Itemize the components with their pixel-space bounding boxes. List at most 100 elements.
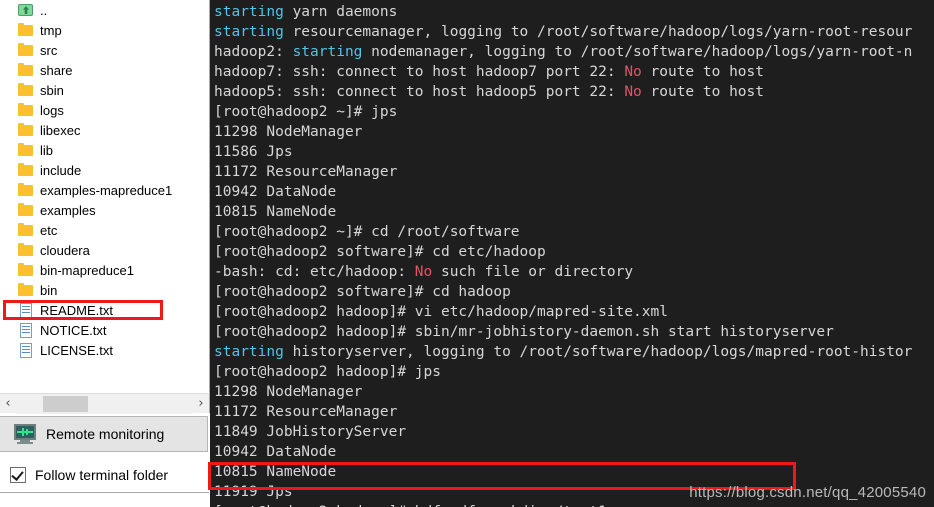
terminal-text: 11172 ResourceManager	[214, 164, 398, 180]
file-list-item-label: LICENSE.txt	[40, 342, 113, 358]
terminal-text: 11849 JobHistoryServer	[214, 424, 407, 440]
terminal-line: hadoop5: ssh: connect to host hadoop5 po…	[214, 82, 934, 102]
file-list-item[interactable]: ..	[0, 0, 209, 20]
remote-monitoring-button[interactable]: Remote monitoring	[0, 416, 208, 452]
terminal-text: 10942 DataNode	[214, 184, 337, 200]
terminal-line: starting yarn daemons	[214, 2, 934, 22]
file-list-item[interactable]: bin	[0, 280, 209, 300]
terminal-text: [root@hadoop2 software]# cd hadoop	[214, 284, 511, 300]
screenshot-root: .. tmp src share sbin logs libexec lib include ex…	[0, 0, 934, 507]
file-list-item[interactable]: etc	[0, 220, 209, 240]
terminal-text: hadoop2:	[214, 44, 293, 60]
terminal-line: hadoop2: starting nodemanager, logging t…	[214, 42, 934, 62]
terminal-text: historyserver, logging to /root/software…	[283, 344, 913, 360]
terminal-text: starting	[214, 24, 284, 40]
folder-icon	[18, 243, 34, 257]
text-file-icon	[18, 323, 34, 338]
terminal-text: No	[624, 64, 642, 80]
folder-icon	[18, 263, 34, 277]
terminal-line: starting resourcemanager, logging to /ro…	[214, 22, 934, 42]
file-list-item-label: sbin	[40, 82, 64, 98]
file-list-item[interactable]: cloudera	[0, 240, 209, 260]
terminal-text: 10942 DataNode	[214, 444, 337, 460]
follow-terminal-folder-checkbox[interactable]	[10, 467, 26, 483]
file-list-item[interactable]: examples	[0, 200, 209, 220]
terminal-line: [root@hadoop2 software]# cd hadoop	[214, 282, 934, 302]
file-list-item[interactable]: examples-mapreduce1	[0, 180, 209, 200]
scroll-right-arrow-icon[interactable]: ›	[193, 394, 209, 414]
file-list-item[interactable]: libexec	[0, 120, 209, 140]
terminal-text: 10815 NameNode	[214, 204, 337, 220]
terminal-line: [root@hadoop2 hadoop]# sbin/mr-jobhistor…	[214, 322, 934, 342]
terminal-text: 11298 NodeManager	[214, 384, 363, 400]
file-list-item-label: ..	[40, 2, 48, 18]
file-list-item-label: tmp	[40, 22, 62, 38]
terminal-text: [root@hadoop2 ~]# cd /root/software	[214, 224, 520, 240]
terminal-text: starting	[214, 344, 284, 360]
folder-icon	[18, 183, 34, 197]
terminal-line: [root@hadoop2 ~]# jps	[214, 102, 934, 122]
folder-icon	[18, 123, 34, 137]
terminal-line: 11849 JobHistoryServer	[214, 422, 934, 442]
terminal-line: hadoop7: ssh: connect to host hadoop7 po…	[214, 62, 934, 82]
terminal-text: [root@hadoop2 hadoop]# jps	[214, 364, 441, 380]
folder-icon	[18, 83, 34, 97]
terminal-text: starting	[292, 44, 363, 60]
terminal-text: nodemanager, logging to /root/software/h…	[362, 44, 913, 60]
folder-icon	[18, 143, 34, 157]
terminal-line: 10942 DataNode	[214, 442, 934, 462]
file-list-item[interactable]: include	[0, 160, 209, 180]
terminal-line: -bash: cd: etc/hadoop: No such file or d…	[214, 262, 934, 282]
terminal-text: No	[624, 84, 642, 100]
terminal-text: hadoop7: ssh: connect to host hadoop7 po…	[214, 64, 625, 80]
terminal-line: 11172 ResourceManager	[214, 402, 934, 422]
panel-divider	[0, 492, 209, 493]
terminal-text: 11298 NodeManager	[214, 124, 363, 140]
file-list-item-label: README.txt	[40, 302, 113, 318]
terminal-text: [root@hadoop2 ~]# jps	[214, 104, 398, 120]
file-list-item[interactable]: bin-mapreduce1	[0, 260, 209, 280]
file-list-item-label: include	[40, 162, 82, 178]
follow-terminal-folder-row[interactable]: Follow terminal folder	[0, 458, 210, 492]
file-list-item[interactable]: logs	[0, 100, 209, 120]
scroll-left-arrow-icon[interactable]: ‹	[0, 394, 16, 414]
folder-icon	[18, 63, 34, 77]
terminal-output[interactable]: starting yarn daemons starting resourcema…	[210, 0, 934, 507]
terminal-text: such file or directory	[432, 264, 634, 280]
terminal-line: 11586 Jps	[214, 142, 934, 162]
watermark-text: https://blog.csdn.net/qq_42005540	[689, 484, 926, 501]
file-list[interactable]: .. tmp src share sbin logs libexec lib include ex…	[0, 0, 210, 393]
terminal-text: No	[414, 264, 433, 280]
terminal-text: route to host	[641, 64, 765, 80]
file-list-item[interactable]: NOTICE.txt	[0, 320, 209, 340]
file-list-item[interactable]: share	[0, 60, 209, 80]
follow-terminal-folder-label: Follow terminal folder	[35, 467, 169, 483]
file-list-item[interactable]: LICENSE.txt	[0, 340, 209, 360]
horizontal-scrollbar[interactable]: ‹ ›	[0, 393, 210, 414]
terminal-text: 11172 ResourceManager	[214, 404, 398, 420]
file-list-item-label: etc	[40, 222, 58, 238]
terminal-text: 11586 Jps	[214, 144, 293, 160]
terminal-text: route to host	[641, 84, 765, 100]
file-browser-panel: .. tmp src share sbin logs libexec lib include ex…	[0, 0, 210, 507]
folder-icon	[18, 163, 34, 177]
folder-icon	[18, 23, 34, 37]
file-list-item[interactable]: lib	[0, 140, 209, 160]
terminal-line: [root@hadoop2 software]# cd etc/hadoop	[214, 242, 934, 262]
terminal-text: 11919 Jps	[214, 484, 293, 500]
parent-folder-icon	[18, 3, 34, 17]
file-list-item-label: libexec	[40, 122, 81, 138]
scrollbar-track[interactable]	[16, 393, 193, 414]
file-list-item[interactable]: src	[0, 40, 209, 60]
terminal-text: [root@hadoop2 software]# cd etc/hadoop	[214, 244, 546, 260]
scrollbar-thumb[interactable]	[43, 395, 88, 412]
file-list-item[interactable]: sbin	[0, 80, 209, 100]
terminal-line: 10815 NameNode	[214, 202, 934, 222]
file-list-item-label: src	[40, 42, 58, 58]
file-list-item-label: share	[40, 62, 73, 78]
terminal-line: 10815 NameNode	[214, 462, 934, 482]
terminal-text: starting	[214, 4, 284, 20]
text-file-icon	[18, 343, 34, 358]
file-list-item[interactable]: README.txt	[0, 300, 209, 320]
file-list-item[interactable]: tmp	[0, 20, 209, 40]
